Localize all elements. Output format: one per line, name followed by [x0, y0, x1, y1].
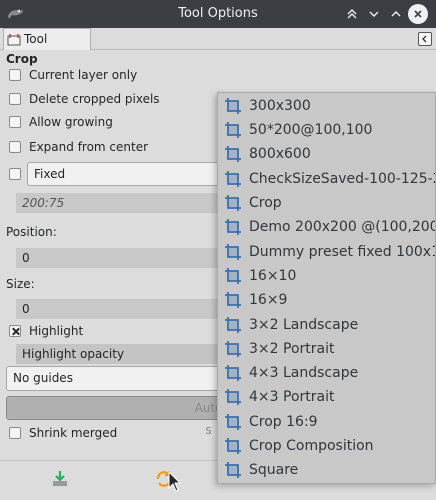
tab-tool-options[interactable]: Tool Options — [3, 28, 91, 67]
item-label: 16×10 — [249, 268, 297, 284]
crop-icon — [225, 195, 241, 211]
tab-menu-icon — [422, 35, 427, 43]
crop-icon — [225, 389, 241, 405]
tool-options-icon — [7, 34, 21, 46]
crop-icon — [225, 292, 241, 308]
list-item[interactable]: 3×2 Portrait — [218, 337, 435, 361]
minimize-button[interactable] — [364, 4, 384, 24]
crop-icon — [225, 317, 241, 333]
save-options-icon[interactable] — [50, 469, 70, 489]
crop-icon — [225, 122, 241, 138]
close-icon — [414, 10, 422, 18]
item-label: 16×9 — [249, 292, 288, 308]
keep-above-button[interactable] — [342, 4, 362, 24]
list-item[interactable]: 16×9 — [218, 288, 435, 312]
option-delete-cropped-pixels[interactable]: Delete cropped pixels — [9, 90, 160, 108]
highlight-opacity-slider[interactable]: Highlight opacity — [16, 344, 226, 364]
position-label: Position: — [6, 225, 57, 239]
checkbox[interactable] — [9, 141, 21, 153]
highlight-checkbox[interactable] — [9, 325, 21, 337]
option-highlight[interactable]: Highlight — [9, 322, 83, 340]
preset-dropdown-popup: 300x300 50*200@100,100 800x600 CheckSize… — [217, 92, 436, 484]
option-label: Expand from center — [29, 140, 149, 154]
item-label: Crop — [249, 195, 282, 211]
fixed-checkbox-row[interactable] — [9, 165, 29, 183]
close-button[interactable] — [408, 4, 428, 24]
option-expand-from-center[interactable]: Expand from center — [9, 138, 148, 156]
checkbox[interactable] — [9, 93, 21, 105]
crop-icon — [225, 146, 241, 162]
position-x-field[interactable]: 0 — [16, 248, 226, 268]
maximize-button[interactable] — [386, 4, 406, 24]
list-item[interactable]: Crop 16:9 — [218, 410, 435, 434]
item-label: Demo 200x200 @(100,200) — [249, 219, 436, 235]
crop-icon — [225, 438, 241, 454]
checkbox[interactable] — [9, 427, 21, 439]
list-item[interactable]: 4×3 Landscape — [218, 361, 435, 385]
option-label: Highlight — [29, 324, 84, 338]
dock-tabbar: Tool Options — [0, 28, 436, 67]
option-label: Allow growing — [29, 115, 113, 129]
item-label: Square — [249, 462, 299, 478]
list-item[interactable]: Dummy preset fixed 100x100 @ — [218, 240, 435, 264]
checkbox[interactable] — [9, 69, 21, 81]
crop-icon — [225, 219, 241, 235]
panel-title: Crop — [6, 52, 38, 66]
option-shrink-merged[interactable]: Shrink merged — [9, 424, 117, 442]
list-item[interactable]: 800x600 — [218, 142, 435, 166]
item-label: Crop Composition — [249, 438, 374, 454]
crop-icon — [225, 244, 241, 260]
list-item[interactable]: 3×2 Landscape — [218, 313, 435, 337]
list-item[interactable]: 300x300 — [218, 94, 435, 118]
item-label: Crop 16:9 — [249, 414, 318, 430]
chevron-down-icon — [369, 11, 379, 17]
crop-icon — [225, 268, 241, 284]
mouse-cursor-icon — [168, 471, 182, 492]
list-item[interactable]: Crop — [218, 191, 435, 215]
aspect-ratio-field[interactable]: 200:75 — [16, 193, 226, 213]
crop-icon — [225, 365, 241, 381]
fixed-mode-combo[interactable]: Fixed — [27, 162, 227, 186]
fixed-checkbox[interactable] — [9, 168, 21, 180]
option-label: Delete cropped pixels — [29, 92, 160, 106]
list-item[interactable]: 16×10 — [218, 264, 435, 288]
guides-combo[interactable]: No guides — [6, 366, 228, 391]
list-item[interactable]: CheckSizeSaved-100-125-200-7 — [218, 167, 435, 191]
dock-menu-button[interactable] — [418, 32, 432, 46]
item-label: 3×2 Landscape — [249, 317, 359, 333]
crop-icon — [225, 98, 241, 114]
list-item[interactable]: Crop Composition — [218, 434, 435, 458]
double-chevron-up-icon — [347, 9, 357, 19]
item-label: 800x600 — [249, 146, 311, 162]
list-item[interactable]: 4×3 Portrait — [218, 385, 435, 409]
item-label: 4×3 Portrait — [249, 389, 335, 405]
checkbox[interactable] — [9, 116, 21, 128]
window-titlebar: Tool Options — [0, 0, 436, 28]
list-item[interactable]: 50*200@100,100 — [218, 118, 435, 142]
crop-icon — [225, 414, 241, 430]
list-item[interactable]: Demo 200x200 @(100,200) — [218, 215, 436, 239]
size-label: Size: — [6, 277, 35, 291]
auto-shrink-button[interactable]: Auto s — [6, 396, 228, 437]
item-label: Dummy preset fixed 100x100 @ — [249, 244, 435, 260]
item-label: 300x300 — [249, 98, 311, 114]
option-allow-growing[interactable]: Allow growing — [9, 113, 113, 131]
option-label: Shrink merged — [29, 426, 118, 440]
chevron-up-icon — [391, 11, 401, 17]
crop-icon — [225, 462, 241, 478]
option-current-layer-only[interactable]: Current layer only — [9, 66, 137, 84]
option-label: Current layer only — [29, 68, 138, 82]
item-label: 3×2 Portrait — [249, 341, 335, 357]
crop-icon — [225, 171, 241, 187]
size-width-field[interactable]: 0 — [16, 299, 226, 319]
item-label: 50*200@100,100 — [249, 122, 373, 138]
item-label: 4×3 Landscape — [249, 365, 359, 381]
item-label: CheckSizeSaved-100-125-200-7 — [249, 171, 435, 187]
list-item[interactable]: Square — [218, 458, 435, 482]
crop-icon — [225, 341, 241, 357]
